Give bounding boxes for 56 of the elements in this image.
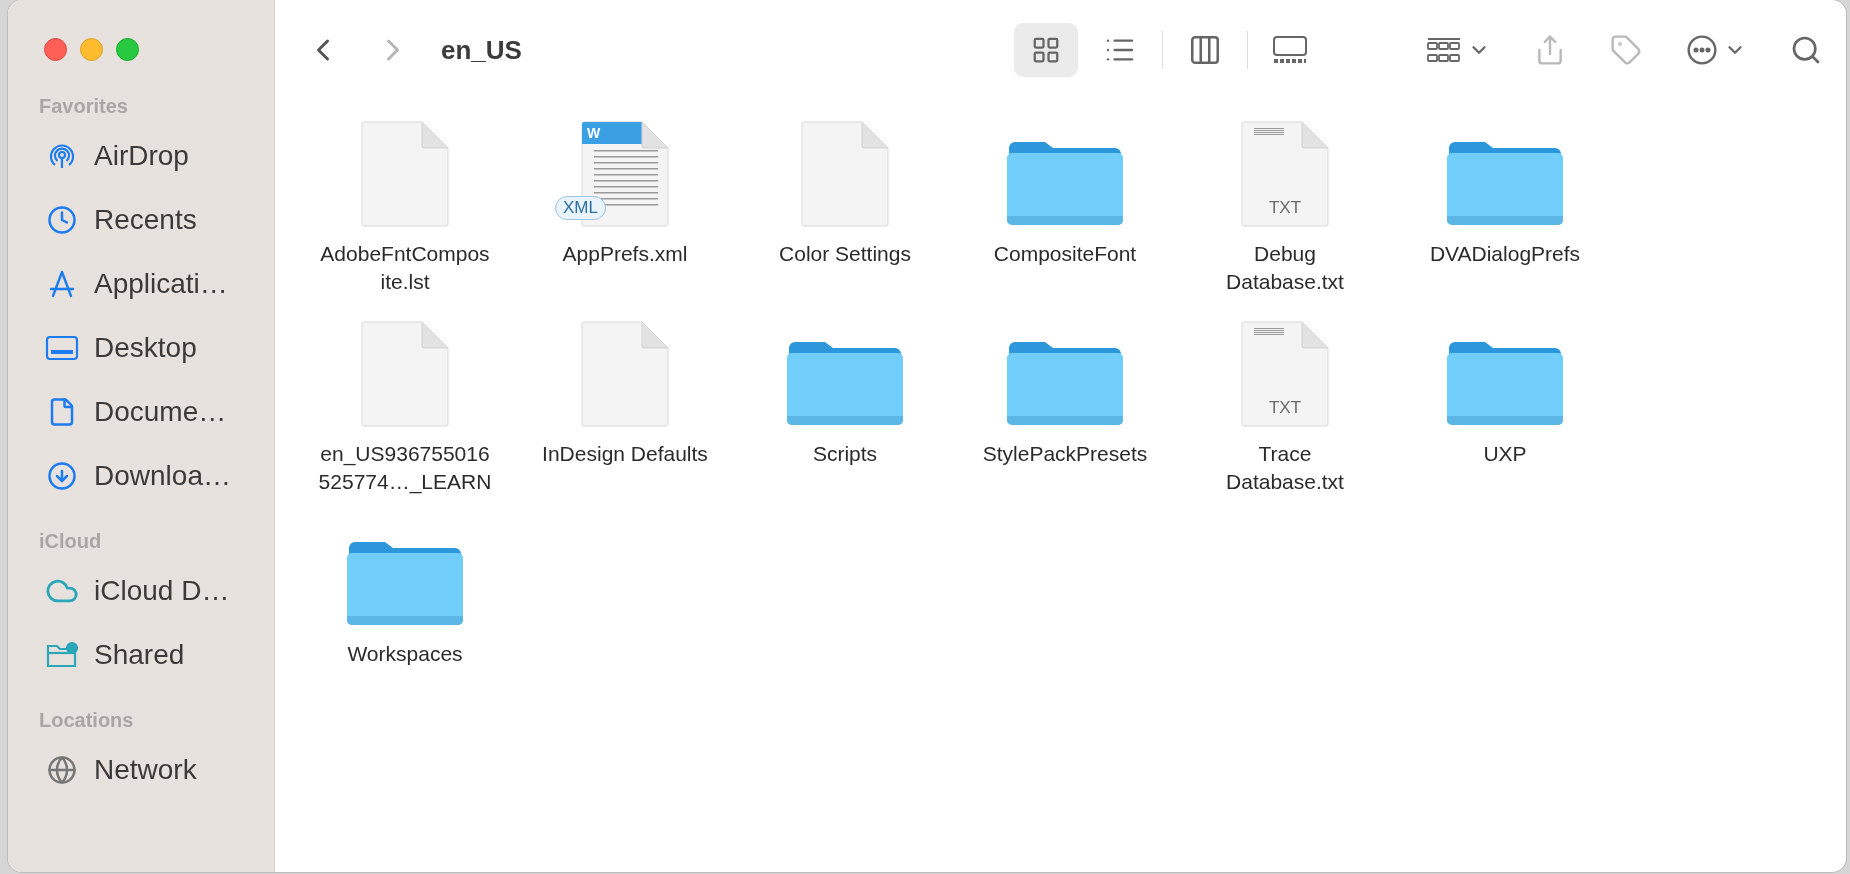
file-name[interactable]: AdobeFntCompos [320, 240, 490, 268]
sidebar-item[interactable]: Docume… [8, 380, 274, 444]
globe-icon [47, 755, 77, 785]
sidebar-heading: iCloud [38, 530, 103, 553]
sidebar-item[interactable]: iCloud D… [8, 559, 274, 623]
file-name[interactable]: InDesign Defaults [542, 440, 708, 468]
sidebar-item[interactable]: Downloa… [8, 444, 274, 508]
close-button[interactable] [44, 38, 67, 61]
file-name[interactable]: Trace [1258, 440, 1312, 468]
shared-folder-icon [45, 640, 79, 670]
apps-icon [47, 269, 77, 299]
file-name[interactable]: ite.lst [380, 268, 430, 296]
airdrop-icon [47, 141, 77, 171]
sidebar-item[interactable]: AirDrop [8, 124, 274, 188]
file-name[interactable]: Database.txt [1226, 268, 1344, 296]
file-name[interactable]: UXP [1483, 440, 1527, 468]
file-name[interactable]: Database.txt [1226, 468, 1344, 496]
sidebar-item[interactable]: Recents [8, 188, 274, 252]
file-name[interactable]: AppPrefs.xml [562, 240, 688, 268]
view-mode-button[interactable] [1014, 23, 1078, 77]
file-name[interactable]: Debug [1254, 240, 1316, 268]
corner-mark: W [587, 126, 601, 140]
sidebar-item[interactable]: Network [8, 738, 274, 802]
file-type-label: TXT [1267, 198, 1303, 218]
document-icon [360, 120, 450, 228]
sidebar-item[interactable]: Shared [8, 623, 274, 687]
file-name[interactable]: en_US936755016 [320, 440, 490, 468]
file-type-badge: XML [555, 196, 606, 220]
download-icon [47, 461, 77, 491]
text-file-icon [1240, 320, 1330, 428]
grid-icon [1031, 35, 1061, 65]
file-type-label: TXT [1267, 398, 1303, 418]
file-name[interactable]: StylePackPresets [982, 440, 1148, 468]
window-title: en_US [441, 34, 522, 66]
columns-icon [1188, 33, 1222, 67]
file-name[interactable]: 525774…_LEARN [318, 468, 492, 496]
clock-icon [47, 205, 77, 235]
text-file-icon [1240, 120, 1330, 228]
sidebar-item[interactable]: Desktop [8, 316, 274, 380]
file-name[interactable]: DVADialogPrefs [1429, 240, 1581, 268]
more-icon [1686, 34, 1718, 66]
document-icon [580, 320, 670, 428]
desktop-icon [45, 333, 79, 363]
sidebar-heading: Favorites [38, 95, 129, 118]
tag-icon [1610, 34, 1642, 66]
file-name[interactable]: Color Settings [779, 240, 911, 268]
file-name[interactable]: CompositeFont [993, 240, 1137, 268]
group-icon [1426, 35, 1462, 65]
sidebar-heading: Locations [38, 709, 135, 732]
file-name[interactable]: Workspaces [347, 640, 463, 668]
document-icon [800, 120, 890, 228]
sidebar-item[interactable]: Applicati… [8, 252, 274, 316]
document-icon [360, 320, 450, 428]
gallery-icon [1271, 35, 1309, 65]
search-icon [1790, 34, 1822, 66]
file-name[interactable]: Scripts [812, 440, 878, 468]
